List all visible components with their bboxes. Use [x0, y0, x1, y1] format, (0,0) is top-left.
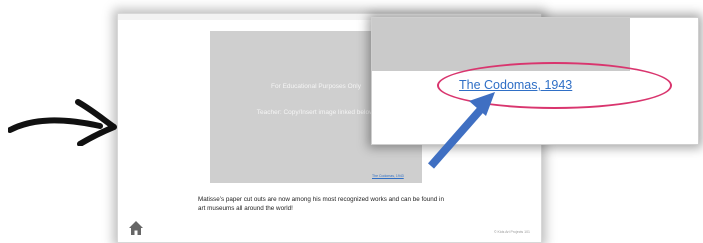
- footer-copyright: © Kids Art Projects 101: [493, 230, 530, 234]
- hand-drawn-arrow-icon: [8, 99, 117, 146]
- home-icon[interactable]: [128, 220, 144, 236]
- slide-caption: Matisse’s paper cut outs are now among h…: [198, 196, 444, 212]
- highlight-ellipse: [437, 62, 672, 109]
- zoom-inset: The Codomas, 1943: [371, 17, 699, 145]
- image-source-link[interactable]: The Codomas, 1943: [372, 174, 404, 178]
- stage: For Educational Purposes Only Teacher: C…: [0, 0, 703, 243]
